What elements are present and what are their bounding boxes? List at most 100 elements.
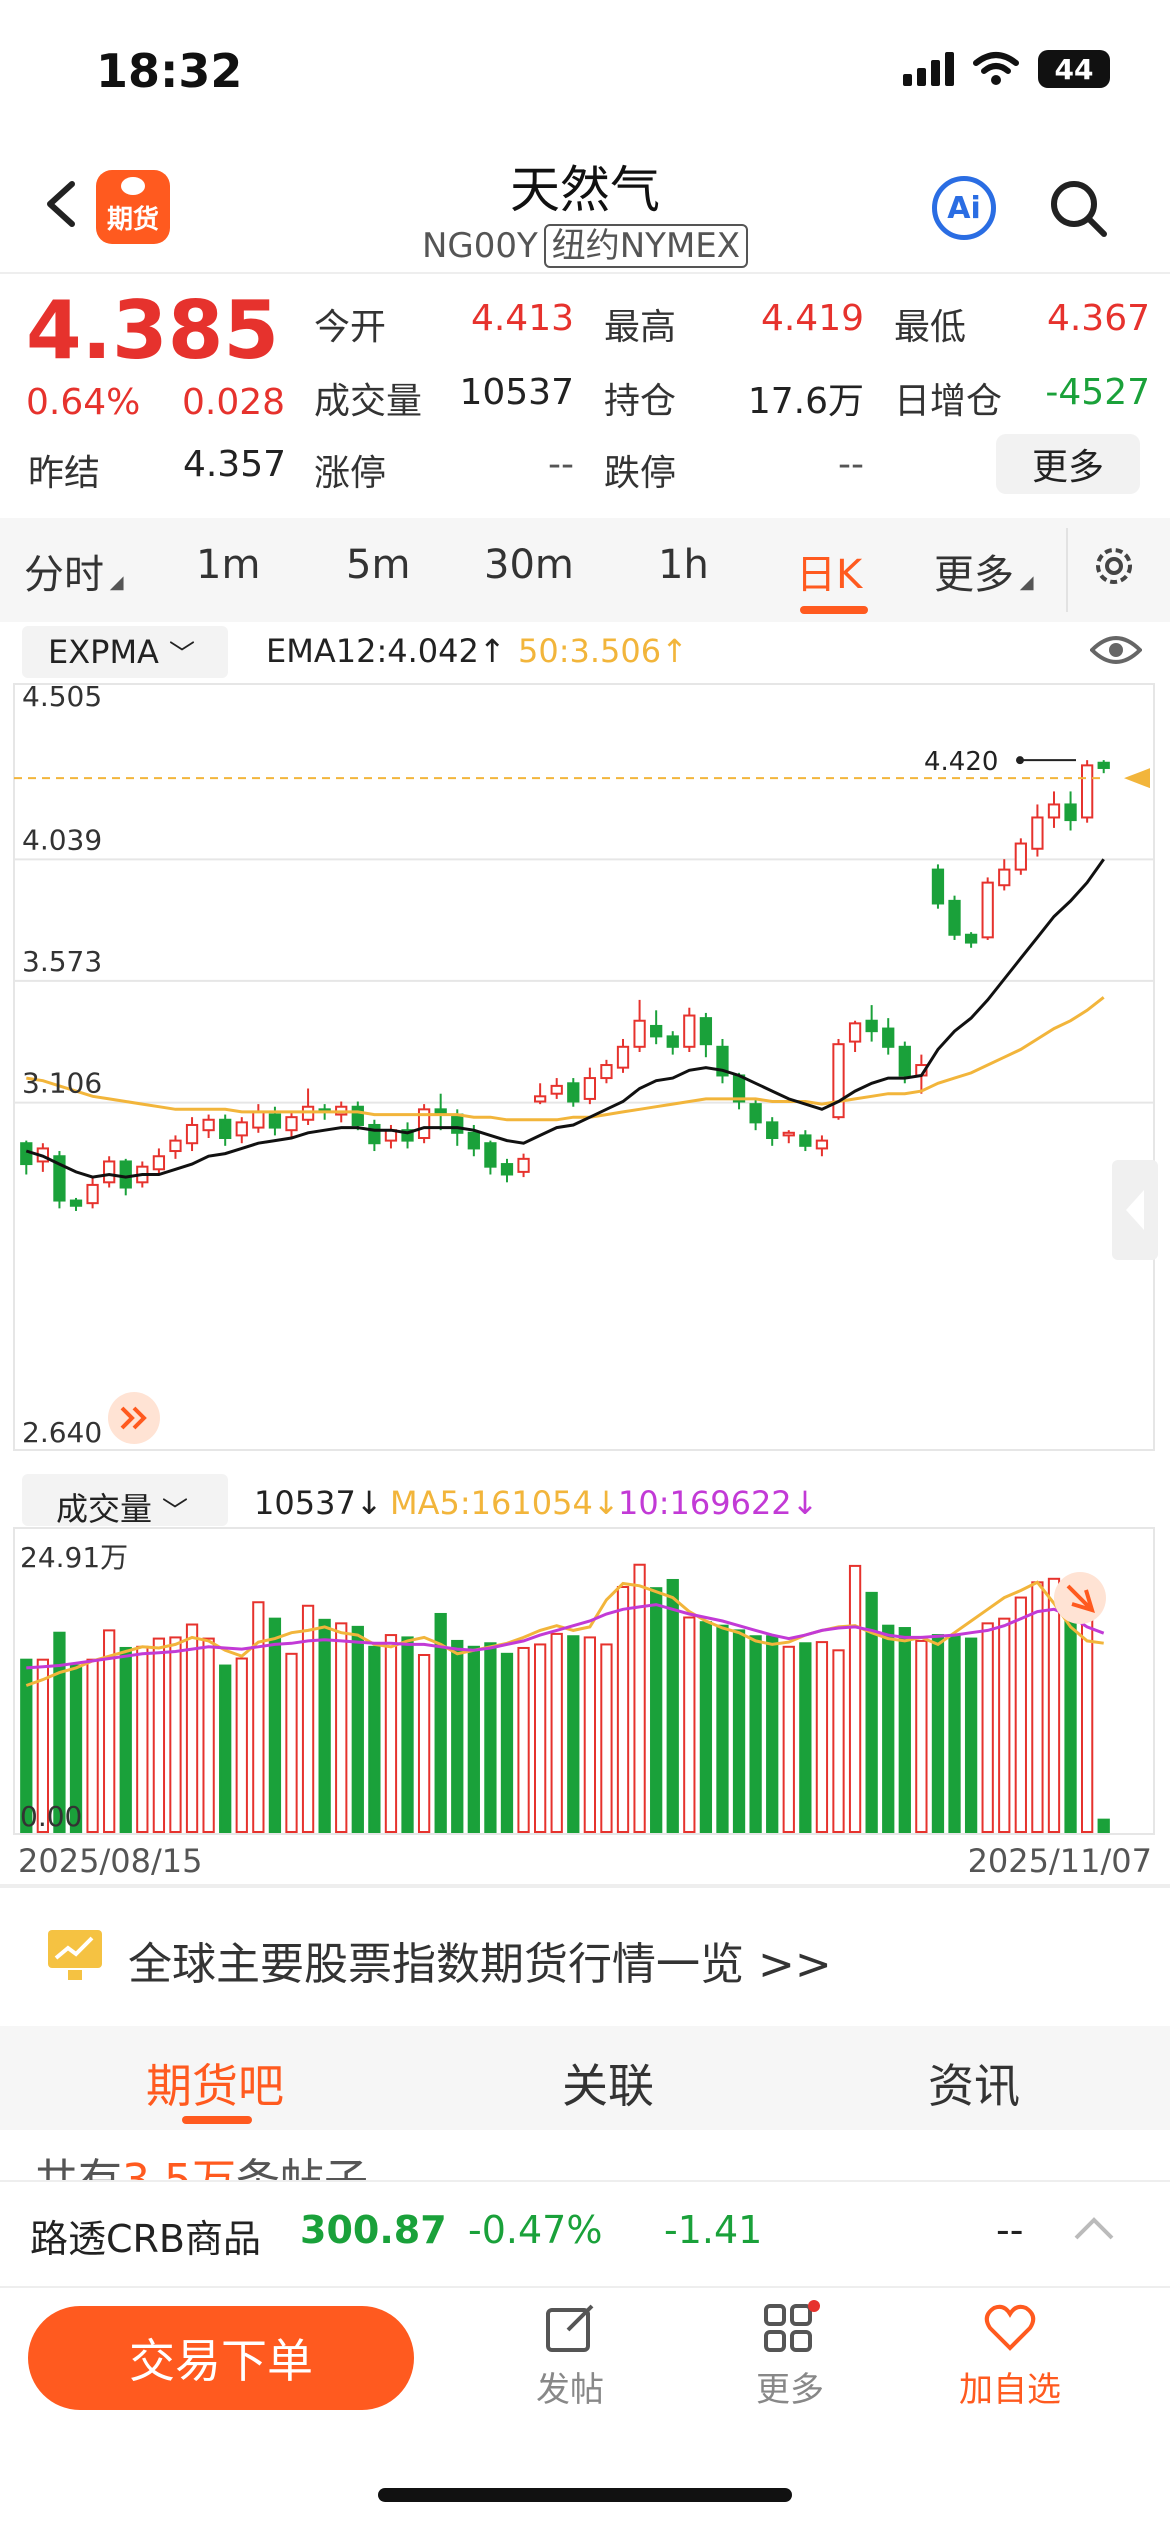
open-interest-value: 17.6万 <box>747 381 864 422</box>
tab-related[interactable]: 关联 <box>562 2050 654 2116</box>
last-price-arrow-icon <box>1124 768 1150 789</box>
tab-1m[interactable]: 1m <box>196 542 260 588</box>
candle-body <box>948 899 961 936</box>
volume-bar <box>219 1664 232 1833</box>
open-interest-label: 持仓 <box>604 381 677 422</box>
gear-icon[interactable] <box>1088 540 1140 592</box>
candle-body <box>533 1095 547 1103</box>
candle-body <box>848 1022 862 1043</box>
tab-news[interactable]: 资讯 <box>928 2050 1020 2116</box>
oi-change-label: 日增仓 <box>894 381 1003 422</box>
volume-bar <box>848 1564 862 1833</box>
candle-body <box>219 1118 232 1140</box>
y-tick-label: 2.640 <box>22 1416 102 1449</box>
candle-body <box>517 1157 530 1173</box>
more-button[interactable]: 更多 <box>730 2300 850 2411</box>
volume-bar <box>368 1645 381 1833</box>
volume-readout: 10537↓ <box>254 1484 383 1522</box>
ticker-change: -1.41 <box>664 2208 763 2252</box>
indicator-name: EXPMA <box>48 633 159 671</box>
change-pct: 0.64% <box>26 382 141 423</box>
candle-body <box>882 1027 895 1048</box>
volume-bar <box>500 1652 514 1834</box>
y-tick-label: 3.573 <box>22 945 102 978</box>
quote-more-button[interactable]: 更多 <box>996 434 1140 494</box>
candle-body <box>467 1131 480 1150</box>
volume-bar <box>268 1617 282 1833</box>
search-icon[interactable] <box>1046 176 1110 240</box>
volume-bar <box>799 1642 812 1833</box>
candle-body <box>169 1139 182 1153</box>
tab-daily-k[interactable]: 日K <box>796 542 862 600</box>
open-value: 4.413 <box>470 298 574 339</box>
dropdown-triangle-icon: ◢ <box>1014 572 1034 593</box>
promo-text[interactable]: 全球主要股票指数期货行情一览 >> <box>128 1928 832 1992</box>
tab-30m[interactable]: 30m <box>484 542 574 588</box>
volume-bar <box>650 1587 663 1833</box>
volume-bar <box>252 1601 265 1833</box>
oi-change-value: -4527 <box>1045 372 1150 413</box>
ai-assistant-icon[interactable]: Ai <box>932 176 996 240</box>
trade-order-button[interactable]: 交易下单 <box>28 2306 414 2410</box>
kline-chart[interactable]: 4.505 4.039 3.573 3.106 2.640 4.420 <box>0 680 1170 1886</box>
low-label: 最低 <box>894 307 967 348</box>
volume-bars <box>13 1527 1155 1835</box>
volume-bar <box>699 1621 713 1833</box>
candle-body <box>799 1134 812 1147</box>
prev-settle-label: 昨结 <box>28 453 101 494</box>
tab-more[interactable]: 更多 ◢ <box>934 542 1034 600</box>
content-tab-underline <box>182 2116 252 2124</box>
volume-bar <box>782 1645 795 1833</box>
volume-bar <box>86 1658 99 1833</box>
limit-up-label: 涨停 <box>314 453 387 494</box>
candle-body <box>633 1019 646 1048</box>
volume-bar <box>152 1637 166 1833</box>
post-button[interactable]: 发帖 <box>510 2300 630 2411</box>
eye-icon[interactable] <box>1090 630 1142 670</box>
tab-1h[interactable]: 1h <box>658 542 709 588</box>
candle-body <box>1080 764 1094 819</box>
high-label: 最高 <box>604 307 677 348</box>
edit-icon <box>546 2304 594 2352</box>
volume-selector[interactable]: 成交量 ﹀ <box>56 1484 188 1530</box>
grid-icon <box>764 2300 820 2352</box>
indicator-selector[interactable]: EXPMA ﹀ <box>22 626 228 678</box>
volume-bar <box>567 1635 580 1833</box>
volume-bar <box>633 1563 646 1833</box>
candle-body <box>616 1045 630 1069</box>
candle-body <box>86 1183 99 1205</box>
candle-body <box>202 1118 215 1132</box>
volume-bar <box>136 1645 149 1833</box>
volume-bar <box>103 1629 116 1834</box>
tab-intraday[interactable]: 分时 ◢ <box>24 542 124 600</box>
candle-body <box>666 1035 679 1048</box>
volume-bar <box>666 1578 679 1834</box>
change-value: 0.028 <box>182 382 286 423</box>
contract-subtitle: NG00Y 纽约NYMEX <box>0 218 1170 268</box>
candle-body <box>500 1163 514 1176</box>
candle-body <box>749 1103 762 1124</box>
tab-forum[interactable]: 期货吧 <box>146 2050 284 2116</box>
candle-body <box>1047 803 1061 819</box>
candle-body <box>368 1123 381 1145</box>
volume-value: 10537 <box>459 372 574 413</box>
tab-5m[interactable]: 5m <box>346 542 410 588</box>
volume-bar <box>285 1652 298 1834</box>
add-favorite-label: 加自选 <box>959 2370 1061 2410</box>
volume-bar <box>964 1637 978 1833</box>
y-tick-label: 4.505 <box>22 680 102 713</box>
candle-body <box>252 1110 265 1129</box>
ema12-readout: EMA12:4.042↑ <box>266 632 506 670</box>
exchange-tag: 纽约NYMEX <box>543 224 749 268</box>
active-tab-underline <box>800 606 868 614</box>
home-indicator <box>378 2488 792 2502</box>
chevron-up-icon[interactable] <box>1072 2212 1116 2242</box>
volume-bar <box>185 1623 199 1834</box>
candle-body <box>583 1077 597 1100</box>
high-marker-label: 4.420 <box>924 747 998 777</box>
volume-bar <box>683 1616 696 1834</box>
volume-bar <box>766 1635 779 1833</box>
vol-ma5-readout: MA5:161054↓ <box>390 1484 620 1522</box>
volume-bar <box>1047 1577 1061 1833</box>
add-favorite-button[interactable]: 加自选 <box>950 2300 1070 2411</box>
